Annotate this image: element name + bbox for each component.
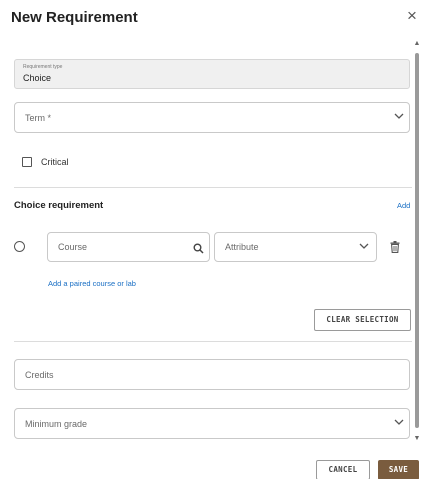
scroll-up-icon[interactable]: ▲ xyxy=(412,40,422,47)
divider xyxy=(14,341,412,342)
chevron-down-icon xyxy=(359,242,369,252)
requirement-type-value: Choice xyxy=(23,73,52,83)
critical-label: Critical xyxy=(41,157,69,167)
add-choice-link[interactable]: Add xyxy=(397,201,410,210)
scrollbar[interactable]: ▲ ▼ xyxy=(412,40,422,442)
credits-placeholder: Credits xyxy=(25,370,54,380)
search-icon xyxy=(193,241,204,259)
course-search-input[interactable]: Course xyxy=(47,232,210,262)
clear-selection-button[interactable]: CLEAR SELECTION xyxy=(314,309,411,331)
requirement-type-label: Requirement type xyxy=(23,64,63,70)
attribute-select[interactable]: Attribute xyxy=(214,232,377,262)
add-paired-course-link[interactable]: Add a paired course or lab xyxy=(48,279,136,288)
minimum-grade-select[interactable]: Minimum grade xyxy=(14,408,410,439)
requirement-type-field: Requirement type Choice xyxy=(14,59,410,89)
close-icon[interactable]: × xyxy=(407,7,417,25)
choice-radio[interactable] xyxy=(14,241,25,252)
save-button[interactable]: SAVE xyxy=(378,460,419,479)
cancel-button[interactable]: CANCEL xyxy=(316,460,370,479)
dialog-title: New Requirement xyxy=(11,9,138,26)
chevron-down-icon xyxy=(394,112,404,122)
divider xyxy=(14,187,412,188)
chevron-down-icon xyxy=(394,418,404,428)
scrollbar-thumb[interactable] xyxy=(415,53,419,428)
scroll-down-icon[interactable]: ▼ xyxy=(412,435,422,442)
course-placeholder: Course xyxy=(58,242,88,252)
choice-requirement-title: Choice requirement xyxy=(14,200,104,211)
minimum-grade-placeholder: Minimum grade xyxy=(25,419,88,429)
term-select[interactable]: Term * xyxy=(14,102,410,133)
critical-checkbox[interactable] xyxy=(22,157,32,167)
term-placeholder: Term * xyxy=(25,113,52,123)
credits-input[interactable]: Credits xyxy=(14,359,410,390)
trash-icon[interactable] xyxy=(390,240,402,253)
attribute-placeholder: Attribute xyxy=(225,242,259,252)
